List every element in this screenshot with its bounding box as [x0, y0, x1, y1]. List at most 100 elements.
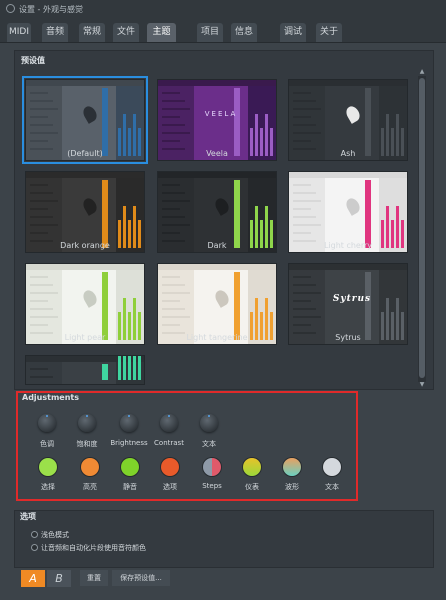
scroll-up-icon[interactable]: ▲	[418, 68, 426, 76]
thumb-logo-text: Sytrus	[332, 294, 372, 304]
thumb-browser-line	[162, 276, 180, 278]
contrast-knob[interactable]	[160, 414, 178, 432]
thumb-browser-line	[162, 284, 185, 286]
thumb-browser-line	[162, 92, 180, 94]
thumb-browser-line	[293, 184, 311, 186]
hue-knob[interactable]	[38, 414, 56, 432]
thumb-browser-line	[30, 192, 53, 194]
thumb-accent	[102, 364, 108, 380]
steps-color-swatch[interactable]	[203, 458, 221, 476]
note-color-radio[interactable]	[31, 544, 38, 551]
thumb-browser-line	[30, 200, 58, 202]
light-mode-radio[interactable]	[31, 531, 38, 538]
thumb-browser-line	[293, 308, 316, 310]
thumb-browser-line	[293, 300, 311, 302]
tab-bar: MIDI 音频 常规 文件 主题 项目 信息 调试 关于	[0, 18, 446, 43]
preset-thumbnail-unnamed[interactable]	[25, 355, 145, 385]
thumb-accent	[234, 88, 240, 156]
thumb-browser-line	[293, 192, 316, 194]
thumb-accent	[365, 272, 371, 340]
thumb-browser-line	[30, 184, 48, 186]
options-heading: 选项	[20, 512, 36, 521]
save-preset-button[interactable]: 保存预设值...	[112, 570, 170, 586]
thumb-mixer-meter	[138, 356, 141, 380]
window-title: 设置 - 外观与感觉	[19, 5, 83, 14]
highlight-color-swatch[interactable]	[81, 458, 99, 476]
preset-label-sytrus: Sytrus	[335, 333, 361, 342]
preset-label-default: (Default)	[67, 149, 103, 158]
thumb-accent	[365, 88, 371, 156]
thumb-browser-line	[30, 216, 53, 218]
tab-info[interactable]: 信息	[231, 23, 257, 42]
thumb-browser-line	[162, 308, 185, 310]
thumb-browser-line	[293, 132, 321, 134]
brightness-knob[interactable]	[120, 414, 138, 432]
knob-indicator	[208, 415, 210, 417]
thumb-browser-line	[30, 316, 58, 318]
scrollbar-thumb[interactable]	[419, 78, 425, 378]
thumb-browser-line	[162, 132, 190, 134]
thumb-browser-line	[162, 216, 185, 218]
thumb-browser-line	[30, 116, 48, 118]
scroll-down-icon[interactable]: ▼	[418, 381, 426, 389]
thumb-browser-line	[162, 108, 190, 110]
tab-about[interactable]: 关于	[316, 23, 342, 42]
selection-color-swatch[interactable]	[39, 458, 57, 476]
preset-a-button[interactable]: A	[21, 570, 45, 587]
thumb-browser-line	[30, 300, 48, 302]
preset-label-veela: Veela	[206, 149, 228, 158]
presets-heading: 预设值	[21, 56, 45, 65]
thumb-browser-line	[30, 324, 48, 326]
thumb-browser-line	[293, 124, 316, 126]
thumb-browser-line	[30, 92, 48, 94]
thumb-accent	[102, 88, 108, 156]
thumb-browser-line	[30, 208, 48, 210]
thumb-browser-line	[293, 324, 311, 326]
thumb-accent	[102, 180, 108, 248]
tab-audio[interactable]: 音频	[42, 23, 68, 42]
note-color-label: 让音频和自动化片段使用音符颜色	[41, 544, 146, 552]
waveform-color-swatch[interactable]	[283, 458, 301, 476]
preset-label-dark: Dark	[207, 241, 227, 250]
tab-file[interactable]: 文件	[113, 23, 139, 42]
text-label: 文本	[202, 440, 216, 448]
saturation-knob[interactable]	[78, 414, 96, 432]
preset-label-ash: Ash	[340, 149, 356, 158]
thumb-browser-line	[162, 300, 180, 302]
text-color-label: 文本	[325, 483, 339, 491]
thumb-browser-line	[30, 276, 48, 278]
tab-general[interactable]: 常规	[79, 23, 105, 42]
thumb-browser-line	[162, 192, 185, 194]
thumb-browser-line	[30, 292, 58, 294]
preset-scrollbar[interactable]	[418, 76, 426, 382]
thumb-browser-line	[30, 124, 53, 126]
mute-color-swatch[interactable]	[121, 458, 139, 476]
preset-b-button[interactable]: B	[47, 570, 71, 587]
tab-project[interactable]: 项目	[197, 23, 223, 42]
thumb-browser-line	[293, 208, 311, 210]
reset-button[interactable]: 重置	[80, 570, 108, 586]
thumb-browser-line	[30, 100, 53, 102]
thumb-browser-line	[293, 292, 321, 294]
tab-theme[interactable]: 主题	[147, 23, 176, 42]
thumb-accent	[234, 272, 240, 340]
thumb-browser-line	[293, 200, 321, 202]
option-color-swatch[interactable]	[161, 458, 179, 476]
knob-indicator	[128, 415, 130, 417]
thumb-browser-line	[30, 368, 48, 370]
text-knob[interactable]	[200, 414, 218, 432]
text-color-swatch[interactable]	[323, 458, 341, 476]
tab-midi[interactable]: MIDI	[7, 23, 31, 42]
thumb-browser	[26, 362, 62, 384]
thumb-browser-line	[293, 276, 311, 278]
thumb-browser-line	[293, 316, 321, 318]
thumb-browser-line	[162, 116, 180, 118]
preset-label-light-cherry: Light cherry	[323, 241, 373, 250]
preset-label-light-tangerine: Light tangerine	[186, 333, 248, 342]
thumb-accent	[102, 272, 108, 340]
thumb-browser-line	[162, 324, 180, 326]
thumb-mixer-meter	[118, 356, 121, 380]
meter-color-swatch[interactable]	[243, 458, 261, 476]
thumb-browser-line	[293, 100, 316, 102]
tab-debug[interactable]: 调试	[280, 23, 306, 42]
